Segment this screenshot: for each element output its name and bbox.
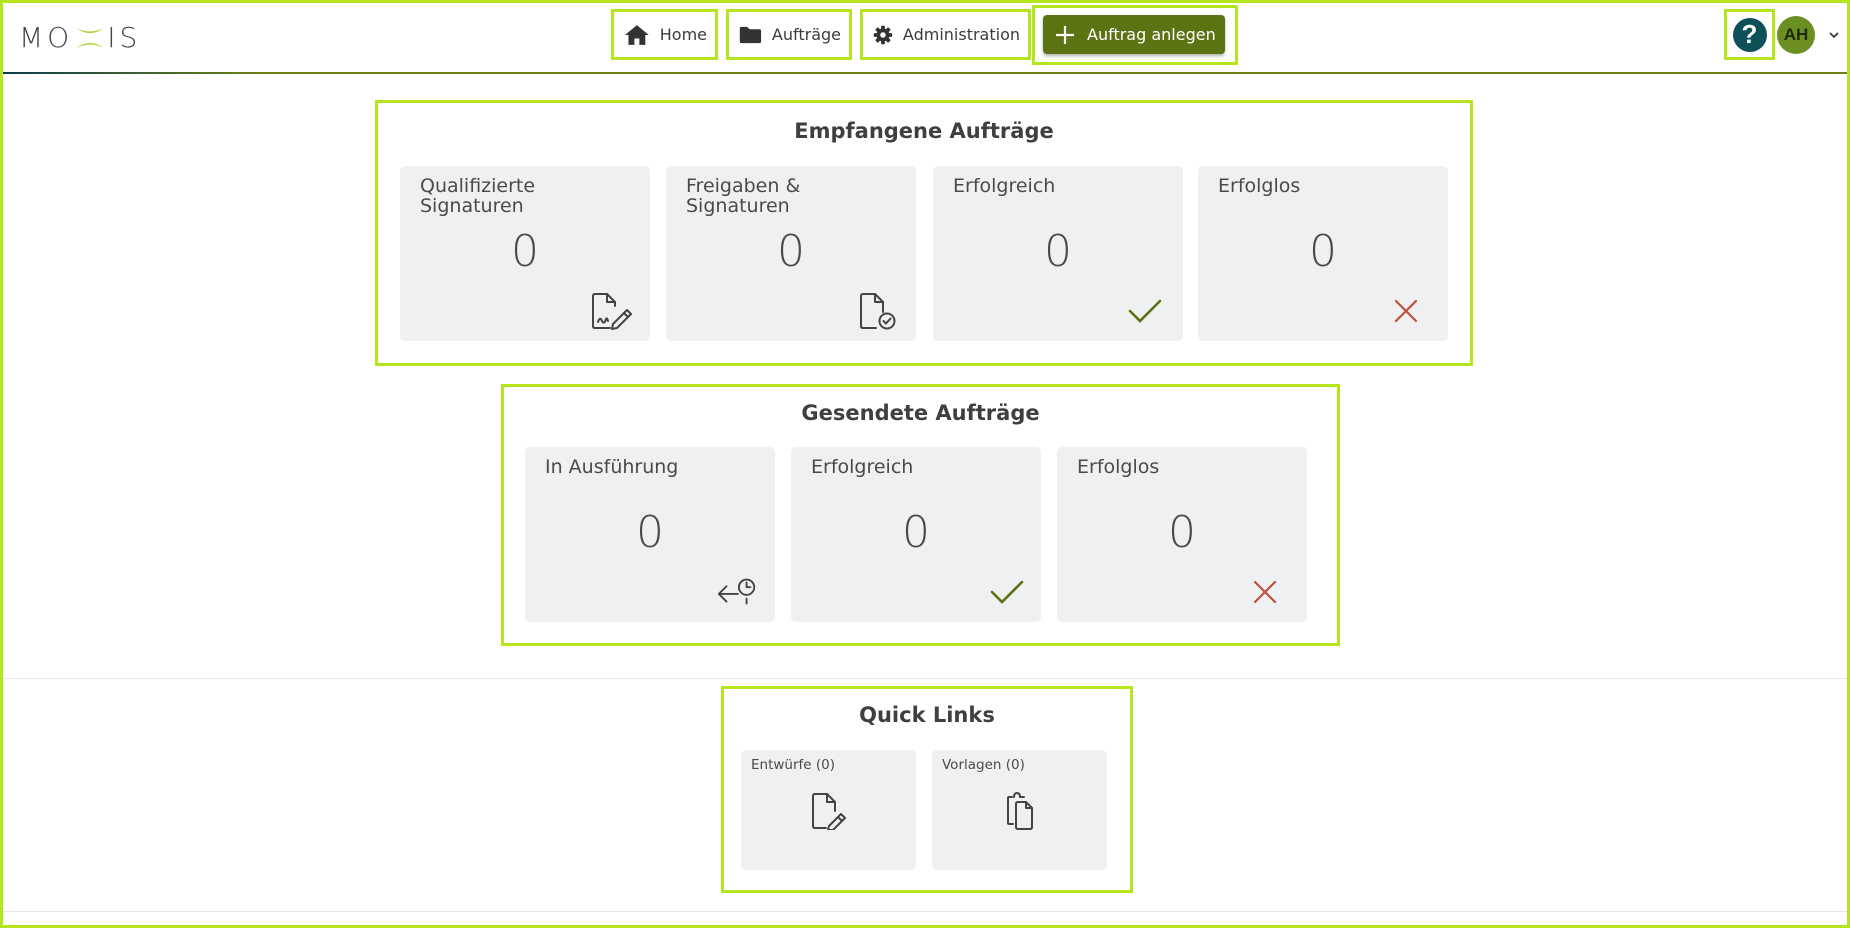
card-title: Erfolglos (1077, 456, 1160, 478)
user-avatar[interactable]: AH (1777, 16, 1815, 54)
card-count: 0 (636, 507, 664, 558)
nav-administration-button[interactable]: Administration (860, 9, 1031, 60)
card-count: 0 (777, 226, 805, 277)
card-sent-failed[interactable]: Erfolglos 0 (1057, 447, 1307, 622)
header-divider (3, 72, 1847, 74)
template-clipboard-icon (932, 792, 1107, 834)
quick-links-section: Quick Links Entwürfe (0) Vorlagen (0) (721, 686, 1133, 893)
quick-link-label: Entwürfe (0) (751, 757, 835, 773)
quick-link-templates[interactable]: Vorlagen (0) (932, 750, 1107, 870)
quick-link-drafts[interactable]: Entwürfe (0) (741, 750, 916, 870)
nav-home-label: Home (659, 25, 707, 44)
logo-x-mark-icon (76, 28, 105, 48)
card-title: Freigaben & Signaturen (686, 175, 801, 217)
section-divider (3, 678, 1847, 679)
card-received-successful[interactable]: Erfolgreich 0 (933, 166, 1183, 341)
card-sent-successful[interactable]: Erfolgreich 0 (791, 447, 1041, 622)
pending-clock-icon (715, 572, 759, 612)
card-count: 0 (511, 226, 539, 277)
card-approvals-signatures[interactable]: Freigaben & Signaturen 0 (666, 166, 916, 341)
logo-text-right: IS (107, 21, 142, 54)
cross-icon (1243, 572, 1287, 612)
logo-text-left: MO (19, 21, 74, 54)
card-title: Qualifizierte Signaturen (420, 175, 536, 217)
card-count: 0 (1168, 507, 1196, 558)
card-title: Erfolgreich (953, 175, 1056, 197)
card-received-failed[interactable]: Erfolglos 0 (1198, 166, 1448, 341)
checkmark-icon (985, 572, 1029, 612)
moxis-logo[interactable]: MO IS (19, 21, 142, 54)
card-title: Erfolglos (1218, 175, 1301, 197)
folder-icon (739, 26, 762, 43)
create-order-highlight: Auftrag anlegen (1032, 5, 1238, 65)
create-order-label: Auftrag anlegen (1087, 25, 1216, 44)
nav-home-button[interactable]: Home (611, 9, 718, 60)
card-in-progress[interactable]: In Ausführung 0 (525, 447, 775, 622)
cross-icon (1384, 291, 1428, 331)
received-orders-title: Empfangene Aufträge (794, 119, 1054, 143)
draft-document-icon (741, 792, 916, 834)
home-icon (624, 24, 649, 45)
nav-administration-label: Administration (902, 25, 1020, 44)
received-orders-section: Empfangene Aufträge Qualifizierte Signat… (375, 100, 1473, 366)
nav-orders-button[interactable]: Aufträge (726, 9, 852, 60)
footer-divider (3, 911, 1847, 912)
help-icon: ? (1732, 17, 1767, 52)
sent-orders-section: Gesendete Aufträge In Ausführung 0 Erfol… (501, 384, 1340, 646)
document-signature-icon (590, 291, 634, 331)
help-button[interactable]: ? (1724, 9, 1775, 60)
card-title: Erfolgreich (811, 456, 914, 478)
chevron-down-icon[interactable] (1826, 27, 1842, 43)
quick-link-label: Vorlagen (0) (942, 757, 1025, 773)
card-count: 0 (902, 507, 930, 558)
card-qualified-signatures[interactable]: Qualifizierte Signaturen 0 (400, 166, 650, 341)
nav-orders-label: Aufträge (771, 25, 841, 44)
plus-icon (1056, 25, 1074, 44)
card-count: 0 (1309, 226, 1337, 277)
document-check-icon (856, 291, 900, 331)
card-title: In Ausführung (545, 456, 679, 478)
checkmark-icon (1123, 291, 1167, 331)
quick-links-title: Quick Links (859, 703, 995, 727)
card-count: 0 (1044, 226, 1072, 277)
sent-orders-title: Gesendete Aufträge (801, 401, 1040, 425)
create-order-button[interactable]: Auftrag anlegen (1043, 15, 1225, 54)
gear-icon (873, 25, 893, 44)
